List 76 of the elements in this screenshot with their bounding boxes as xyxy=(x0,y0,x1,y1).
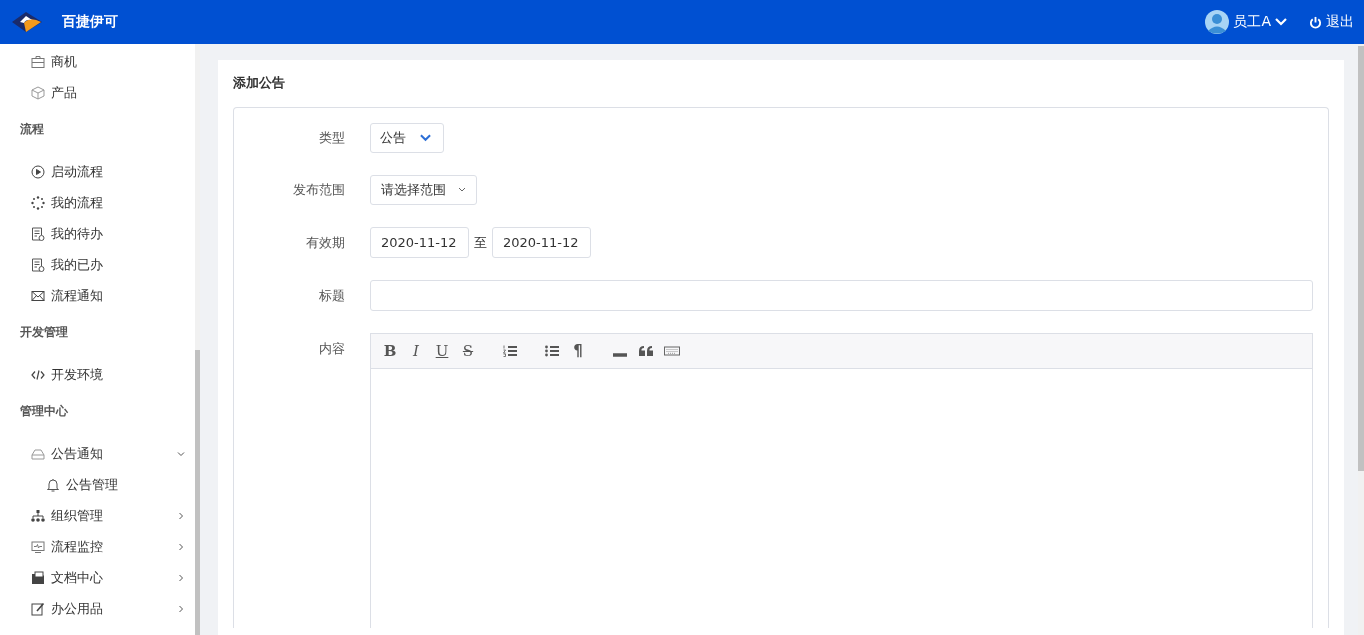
menu-item-label: 我的已办 xyxy=(51,255,104,274)
code-icon xyxy=(31,367,45,382)
end-date-field[interactable]: 2020-11-12 xyxy=(492,227,591,258)
menu-item-label: 我的流程 xyxy=(51,193,104,212)
logout-button[interactable]: 退出 xyxy=(1309,13,1354,31)
scrollbar-thumb[interactable] xyxy=(1358,46,1364,471)
bullet-list-icon xyxy=(545,345,559,357)
menu-item[interactable]: 文档中心 xyxy=(0,562,195,593)
menu-item[interactable]: 流程通知 xyxy=(0,280,195,311)
menu-item[interactable]: 我的流程 xyxy=(0,187,195,218)
quote-icon xyxy=(639,345,653,357)
edit-icon xyxy=(31,601,45,616)
scope-select[interactable]: 请选择范围 xyxy=(370,175,477,205)
field-label: 内容 xyxy=(318,340,346,358)
format-button[interactable]: I xyxy=(405,340,427,362)
menu-item[interactable]: 公告通知 xyxy=(0,438,195,469)
briefcase-icon xyxy=(31,54,45,69)
menu-item[interactable]: 产品 xyxy=(0,77,195,108)
menu-item-label: 我的待办 xyxy=(51,224,104,243)
numbered-list-icon xyxy=(503,345,517,357)
submenu-item-label: 公告管理 xyxy=(66,475,119,494)
folder-icon xyxy=(31,570,45,585)
menu-item-label: 流程监控 xyxy=(51,537,104,556)
chevron-down-icon xyxy=(420,134,431,142)
title-field[interactable] xyxy=(370,280,1313,311)
format-button[interactable]: B xyxy=(379,340,401,362)
section-heading: 开发管理 xyxy=(19,324,69,341)
menu-item-label: 启动流程 xyxy=(51,162,104,181)
mail-icon xyxy=(31,288,45,303)
menu-item-label: 文档中心 xyxy=(51,568,104,587)
menu-item-label: 办公用品 xyxy=(51,599,104,618)
play-icon xyxy=(31,164,45,179)
menu-item-label: 组织管理 xyxy=(51,506,104,525)
menu-item[interactable]: 办公用品 xyxy=(0,593,195,624)
page-title: 添加公告 xyxy=(233,74,286,92)
field-label: 有效期 xyxy=(305,233,346,252)
menu-item[interactable]: 流程监控 xyxy=(0,531,195,562)
avatar-icon xyxy=(1205,10,1230,34)
menu-item[interactable]: 启动流程 xyxy=(0,156,195,187)
user-name: 员工A xyxy=(1233,13,1271,31)
user-menu[interactable]: 员工A xyxy=(1205,10,1287,34)
format-button[interactable]: ¶ xyxy=(567,340,589,362)
menu-item-label: 商机 xyxy=(51,52,78,71)
menu-item-label: 产品 xyxy=(51,83,78,102)
scrollbar-thumb[interactable] xyxy=(195,350,200,635)
format-button[interactable]: S xyxy=(457,340,479,362)
format-button[interactable]: U xyxy=(431,340,453,362)
menu-item-label: 开发环境 xyxy=(51,365,104,384)
bell-icon xyxy=(46,477,60,492)
cube-icon xyxy=(31,85,45,100)
chevron-down-icon xyxy=(458,187,466,193)
start-date-field[interactable]: 2020-11-12 xyxy=(370,227,469,258)
menu-item[interactable]: 我的待办 xyxy=(0,218,195,249)
range-separator: 至 xyxy=(474,233,487,252)
dots-icon xyxy=(31,195,45,210)
section-heading: 流程 xyxy=(19,121,45,138)
tray-icon xyxy=(31,446,45,461)
type-select[interactable]: 公告 xyxy=(370,123,444,153)
power-icon xyxy=(1309,15,1322,29)
org-icon xyxy=(31,508,45,523)
submenu-item[interactable]: 公告管理 xyxy=(0,469,195,500)
menu-item[interactable]: 开发环境 xyxy=(0,359,195,390)
menu-item[interactable]: 组织管理 xyxy=(0,500,195,531)
chevron-down-icon xyxy=(1275,18,1287,26)
menu-item-label: 公告通知 xyxy=(51,444,104,463)
section-heading: 管理中心 xyxy=(19,403,69,420)
brand-name: 百捷伊可 xyxy=(62,13,118,31)
keyboard-icon xyxy=(664,345,680,357)
field-label: 发布范围 xyxy=(292,181,346,199)
menu-item[interactable]: 商机 xyxy=(0,46,195,77)
menu-item[interactable]: 我的已办 xyxy=(0,249,195,280)
field-label: 类型 xyxy=(318,129,346,147)
field-label: 标题 xyxy=(318,286,346,305)
menu-item-label: 流程通知 xyxy=(51,286,104,305)
monitor-icon xyxy=(31,539,45,554)
logo-icon xyxy=(10,10,44,34)
